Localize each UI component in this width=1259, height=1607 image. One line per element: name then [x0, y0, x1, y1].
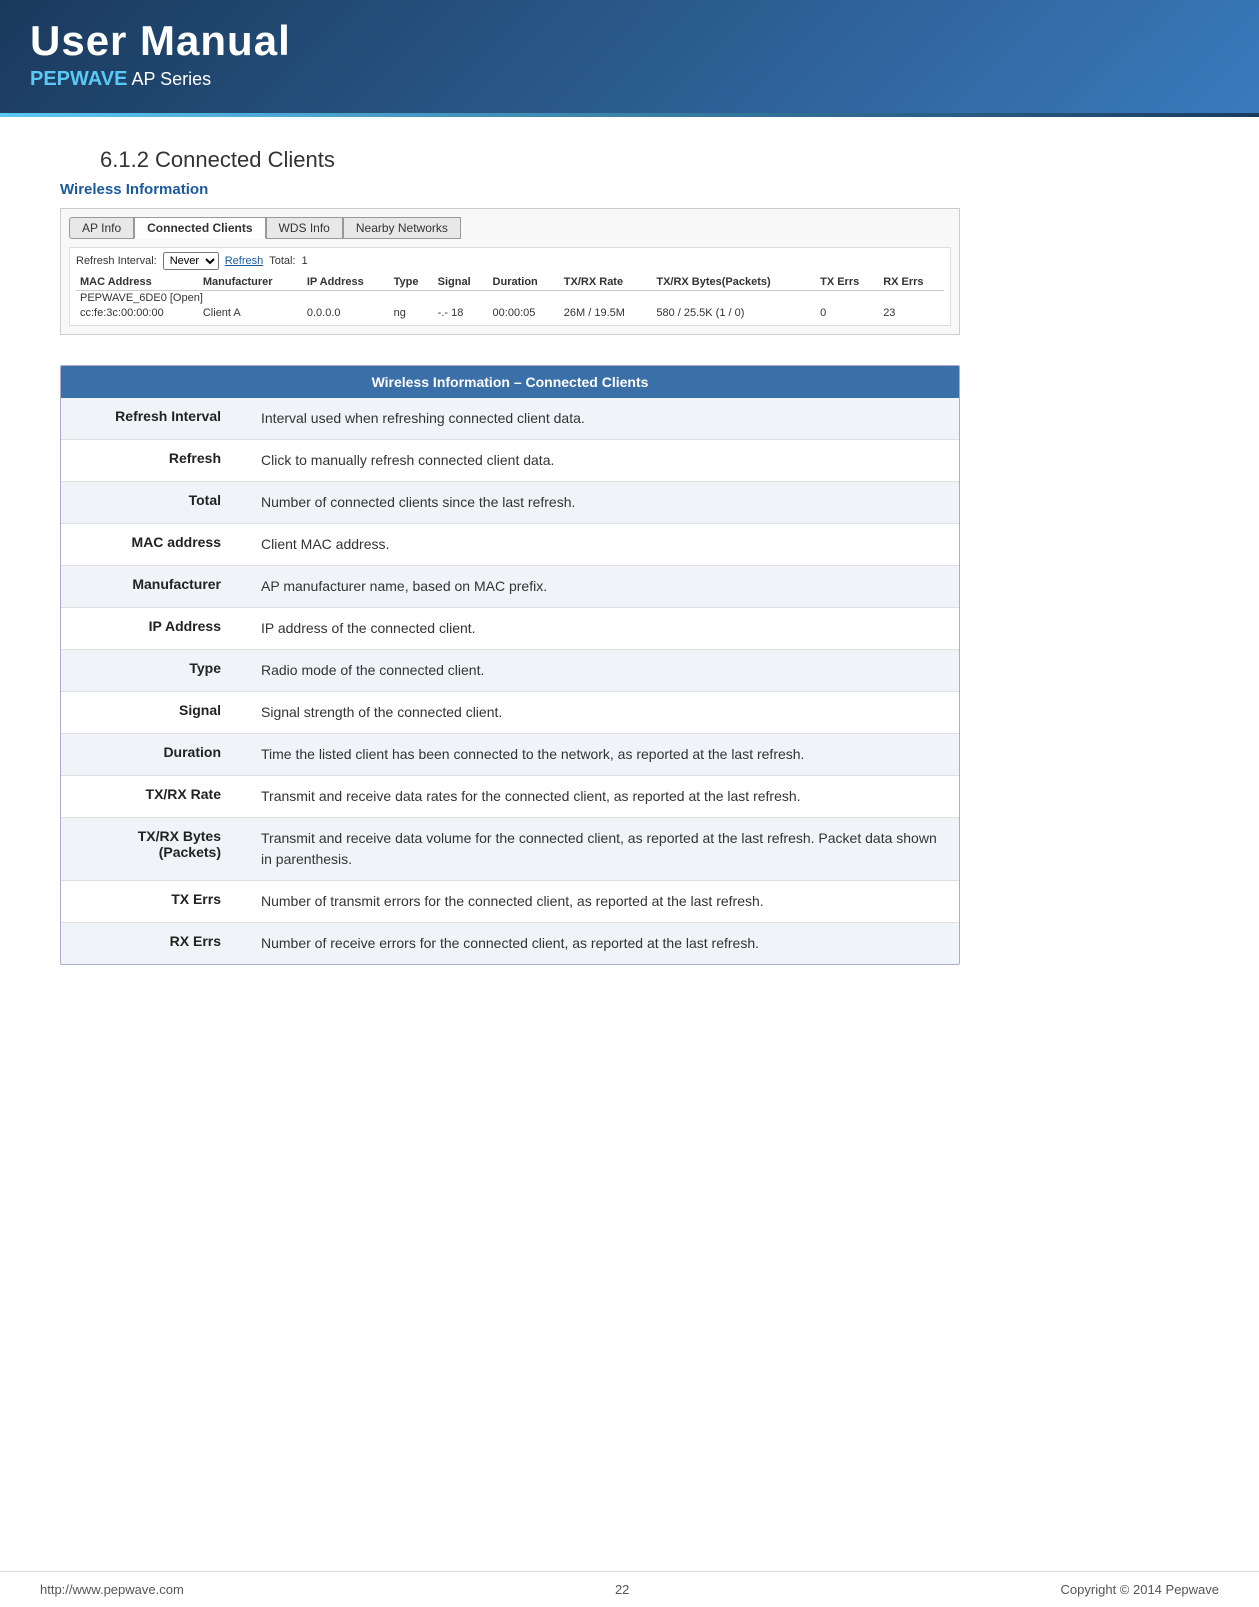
info-table: Refresh IntervalInterval used when refre…	[61, 398, 959, 964]
brand-name: PEPWAVE	[30, 68, 127, 90]
page-header: User Manual PEPWAVE AP Series	[0, 0, 1259, 113]
field-name: Signal	[61, 692, 241, 734]
cell-mac: cc:fe:3c:00:00:00	[76, 305, 199, 321]
total-label: Total:	[269, 255, 295, 267]
total-value: 1	[302, 255, 308, 267]
field-name: TX/RX Bytes (Packets)	[61, 818, 241, 881]
refresh-interval-select[interactable]: Never	[163, 252, 219, 270]
tab-ap-info[interactable]: AP Info	[69, 217, 134, 239]
info-table-row: RefreshClick to manually refresh connect…	[61, 440, 959, 482]
field-desc: Transmit and receive data rates for the …	[241, 776, 959, 818]
info-table-wrapper: Wireless Information – Connected Clients…	[60, 365, 960, 965]
field-name: Refresh Interval	[61, 398, 241, 440]
col-txrx-bytes: TX/RX Bytes(Packets)	[652, 274, 816, 291]
cell-txrx-rate: 26M / 19.5M	[560, 305, 653, 321]
col-mac: MAC Address	[76, 274, 199, 291]
refresh-link[interactable]: Refresh	[225, 255, 264, 267]
info-table-row: SignalSignal strength of the connected c…	[61, 692, 959, 734]
field-name: Duration	[61, 734, 241, 776]
col-type: Type	[390, 274, 434, 291]
clients-mini-table: MAC Address Manufacturer IP Address Type…	[76, 274, 944, 321]
cell-tx-errs: 0	[816, 305, 879, 321]
field-desc: Interval used when refreshing connected …	[241, 398, 959, 440]
cell-duration: 00:00:05	[489, 305, 560, 321]
field-desc: Number of connected clients since the la…	[241, 482, 959, 524]
screenshot-panel: AP Info Connected Clients WDS Info Nearb…	[60, 208, 960, 335]
table-header-row: MAC Address Manufacturer IP Address Type…	[76, 274, 944, 291]
info-table-row: IP AddressIP address of the connected cl…	[61, 608, 959, 650]
field-name: Refresh	[61, 440, 241, 482]
wireless-info-label: Wireless Information	[60, 181, 1199, 198]
ssid-row: PEPWAVE_6DE0 [Open]	[76, 291, 944, 306]
field-desc: Client MAC address.	[241, 524, 959, 566]
main-content: 6.1.2 Connected Clients Wireless Informa…	[0, 117, 1259, 1005]
info-table-header: Wireless Information – Connected Clients	[61, 366, 959, 398]
field-name: TX Errs	[61, 881, 241, 923]
field-desc: AP manufacturer name, based on MAC prefi…	[241, 566, 959, 608]
page-number: 22	[615, 1582, 629, 1597]
col-txrx-rate: TX/RX Rate	[560, 274, 653, 291]
info-table-row: TX/RX Bytes (Packets)Transmit and receiv…	[61, 818, 959, 881]
tabs-bar: AP Info Connected Clients WDS Info Nearb…	[69, 217, 951, 239]
field-desc: IP address of the connected client.	[241, 608, 959, 650]
field-name: Manufacturer	[61, 566, 241, 608]
footer-copyright: Copyright © 2014 Pepwave	[1061, 1582, 1219, 1597]
field-desc: Signal strength of the connected client.	[241, 692, 959, 734]
field-desc: Time the listed client has been connecte…	[241, 734, 959, 776]
section-title: 6.1.2 Connected Clients	[100, 147, 1199, 173]
col-tx-errs: TX Errs	[816, 274, 879, 291]
field-name: Total	[61, 482, 241, 524]
info-table-row: TX ErrsNumber of transmit errors for the…	[61, 881, 959, 923]
tab-wds-info[interactable]: WDS Info	[266, 217, 343, 239]
mini-table-area: Refresh Interval: Never Refresh Total: 1…	[69, 247, 951, 326]
info-table-row: ManufacturerAP manufacturer name, based …	[61, 566, 959, 608]
info-table-row: Refresh IntervalInterval used when refre…	[61, 398, 959, 440]
info-table-row: TypeRadio mode of the connected client.	[61, 650, 959, 692]
table-row: cc:fe:3c:00:00:00 Client A 0.0.0.0 ng -.…	[76, 305, 944, 321]
col-signal: Signal	[434, 274, 489, 291]
cell-signal: -.- 18	[434, 305, 489, 321]
info-table-row: MAC addressClient MAC address.	[61, 524, 959, 566]
cell-type: ng	[390, 305, 434, 321]
tab-nearby-networks[interactable]: Nearby Networks	[343, 217, 461, 239]
info-table-row: RX ErrsNumber of receive errors for the …	[61, 923, 959, 965]
col-duration: Duration	[489, 274, 560, 291]
cell-txrx-bytes: 580 / 25.5K (1 / 0)	[652, 305, 816, 321]
col-ip: IP Address	[303, 274, 390, 291]
refresh-row: Refresh Interval: Never Refresh Total: 1	[76, 252, 944, 270]
field-name: Type	[61, 650, 241, 692]
refresh-interval-label: Refresh Interval:	[76, 255, 157, 267]
field-desc: Number of receive errors for the connect…	[241, 923, 959, 965]
tab-connected-clients[interactable]: Connected Clients	[134, 217, 265, 239]
field-desc: Radio mode of the connected client.	[241, 650, 959, 692]
cell-manufacturer: Client A	[199, 305, 303, 321]
field-desc: Number of transmit errors for the connec…	[241, 881, 959, 923]
info-table-row: TX/RX RateTransmit and receive data rate…	[61, 776, 959, 818]
info-table-row: TotalNumber of connected clients since t…	[61, 482, 959, 524]
info-table-row: DurationTime the listed client has been …	[61, 734, 959, 776]
cell-rx-errs: 23	[879, 305, 944, 321]
field-desc: Transmit and receive data volume for the…	[241, 818, 959, 881]
manual-subtitle: PEPWAVE AP Series	[30, 68, 1229, 91]
field-name: IP Address	[61, 608, 241, 650]
subtitle-rest: AP Series	[131, 69, 211, 89]
field-name: TX/RX Rate	[61, 776, 241, 818]
ssid-value: PEPWAVE_6DE0 [Open]	[76, 291, 944, 306]
page-footer: http://www.pepwave.com 22 Copyright © 20…	[0, 1571, 1259, 1607]
field-desc: Click to manually refresh connected clie…	[241, 440, 959, 482]
field-name: RX Errs	[61, 923, 241, 965]
footer-url: http://www.pepwave.com	[40, 1582, 184, 1597]
col-rx-errs: RX Errs	[879, 274, 944, 291]
col-manufacturer: Manufacturer	[199, 274, 303, 291]
cell-ip: 0.0.0.0	[303, 305, 390, 321]
field-name: MAC address	[61, 524, 241, 566]
manual-title: User Manual	[30, 18, 1229, 64]
